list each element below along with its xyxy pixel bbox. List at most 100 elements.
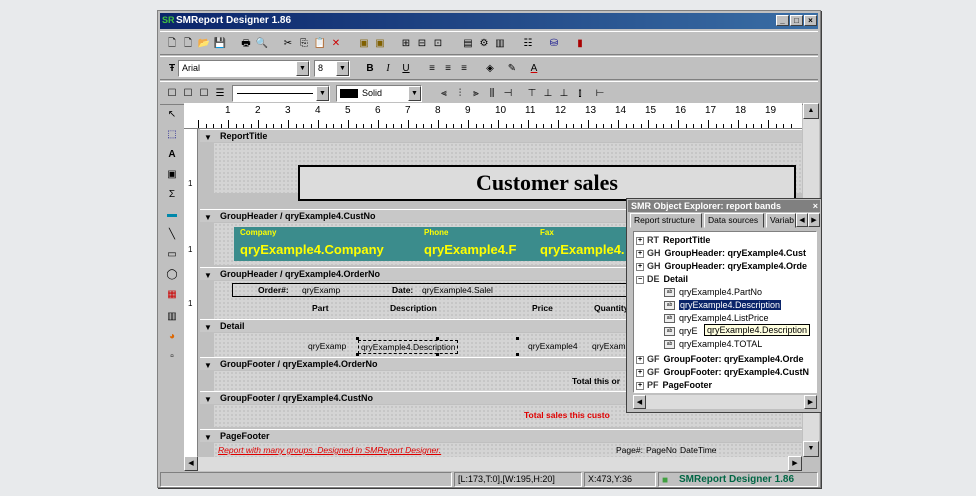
frame-all-icon[interactable]: ☐ <box>164 86 180 102</box>
fax-label[interactable]: Fax <box>540 228 554 237</box>
date-label[interactable]: Date: <box>392 285 413 295</box>
tab-data-sources[interactable]: Data sources <box>704 213 764 228</box>
align-grid-icon[interactable]: ⊞ <box>398 36 414 52</box>
tab-report-structure[interactable]: Report structure <box>630 213 702 228</box>
align-right-edges-icon[interactable]: ⫸ <box>468 86 484 102</box>
collapse-icon[interactable]: − <box>636 275 644 284</box>
bring-front-icon[interactable]: ▣ <box>356 36 372 52</box>
tree-leaf[interactable]: ab qryE <box>664 325 698 337</box>
options-icon[interactable]: ⚙ <box>476 36 492 52</box>
band-report-title[interactable]: ▼ ReportTitle <box>200 129 802 142</box>
variables-icon[interactable]: ▥ <box>492 36 508 52</box>
company-label[interactable]: Company <box>240 228 276 237</box>
tree-node[interactable]: + RT ReportTitle <box>636 234 710 246</box>
order-field[interactable]: qryExamp <box>302 285 340 295</box>
page-field[interactable]: PageNo <box>646 445 677 455</box>
date-field[interactable]: qryExample4.Salel <box>422 285 493 295</box>
band-page-footer[interactable]: ▼ PageFooter <box>200 429 802 442</box>
selection-handle[interactable] <box>436 353 439 356</box>
space-horz-icon[interactable]: ⫼ <box>484 86 500 102</box>
title-bar[interactable]: SR SMReport Designer 1.86 _ □ × <box>160 13 818 29</box>
column-price[interactable]: Price <box>532 303 553 313</box>
detail-description-field[interactable]: qryExample4.Description <box>358 340 459 354</box>
expand-icon[interactable]: + <box>636 236 644 245</box>
tree-node[interactable]: + PF PageFooter <box>636 379 712 391</box>
column-quantity[interactable]: Quantity <box>594 303 628 313</box>
ellipse-tool-icon[interactable]: ◯ <box>164 267 180 283</box>
sum-tool-icon[interactable]: Σ <box>164 187 180 203</box>
print-icon[interactable]: 🖶 <box>238 36 254 52</box>
align-middles-icon[interactable]: ⊥ <box>540 86 556 102</box>
font-name-select[interactable]: Arial ▼ <box>178 60 310 77</box>
scroll-right-icon[interactable]: ▶ <box>788 456 802 471</box>
minimize-button[interactable]: _ <box>776 15 789 26</box>
line-width-select[interactable]: ▼ <box>232 85 330 102</box>
cut-icon[interactable]: ✂ <box>280 36 296 52</box>
tree-leaf[interactable]: ab qryExample4.ListPrice <box>664 312 769 324</box>
report-title-text[interactable]: Customer sales <box>298 165 796 201</box>
collapse-icon[interactable]: ▼ <box>204 211 212 224</box>
tree-leaf[interactable]: ab qryExample4.PartNo <box>664 286 762 298</box>
delete-icon[interactable]: ✕ <box>328 36 344 52</box>
page-label[interactable]: Page#: <box>616 445 643 455</box>
picture-tool-icon[interactable]: ▦ <box>164 287 180 303</box>
tab-left-icon[interactable]: ◀ <box>796 213 808 227</box>
tree-node[interactable]: − DE Detail <box>636 273 688 285</box>
collapse-icon[interactable]: ▼ <box>204 321 212 334</box>
close-button[interactable]: × <box>804 15 817 26</box>
collapse-icon[interactable]: ▼ <box>204 359 212 372</box>
line-tool-icon[interactable]: ╲ <box>164 227 180 243</box>
collapse-icon[interactable]: ▼ <box>204 393 212 406</box>
align-left-icon[interactable]: ≡ <box>424 61 440 77</box>
footer-note-field[interactable]: Report with many groups. Designed in SMR… <box>218 445 441 455</box>
chevron-down-icon[interactable]: ▼ <box>296 61 309 76</box>
text-tool-icon[interactable]: A <box>164 147 180 163</box>
detail-part-field[interactable]: qryExamp <box>308 341 346 351</box>
barcode-tool-icon[interactable]: ▥ <box>164 309 180 325</box>
tree-node[interactable]: + GF GroupFooter: qryExample4.Orde <box>636 353 804 365</box>
align-tops-icon[interactable]: ⊤ <box>524 86 540 102</box>
chevron-down-icon[interactable]: ▼ <box>408 86 421 101</box>
phone-field[interactable]: qryExample4.F <box>424 242 517 257</box>
selection-handle[interactable] <box>436 337 439 340</box>
order-label[interactable]: Order#: <box>258 285 289 295</box>
data-sources-icon[interactable]: ⛁ <box>546 36 562 52</box>
chart-tool-icon[interactable]: ◕ <box>164 329 180 345</box>
datetime-field[interactable]: DateTime <box>680 445 717 455</box>
selection-handle[interactable] <box>356 337 359 340</box>
align-centers-icon[interactable]: ⫶ <box>452 86 468 102</box>
tree-leaf[interactable]: ab qryExample4.TOTAL <box>664 338 762 350</box>
expand-icon[interactable]: + <box>636 262 644 271</box>
fill-color-icon[interactable]: ◈ <box>482 61 498 77</box>
new-template-icon[interactable]: 🗋 <box>180 36 196 52</box>
preview-icon[interactable]: 🔍 <box>254 36 270 52</box>
selection-handle[interactable] <box>516 337 519 340</box>
scroll-down-icon[interactable]: ▼ <box>803 441 819 457</box>
total-cust-field[interactable]: Total sales this custo <box>524 410 610 420</box>
collapse-icon[interactable]: ▼ <box>204 131 212 144</box>
scroll-right-icon[interactable]: ▶ <box>804 395 817 409</box>
structure-tree[interactable]: + RT ReportTitle + GH GroupHeader: qryExampl… <box>633 231 817 393</box>
tab-variables[interactable]: Variab <box>766 213 796 228</box>
frame-left-icon[interactable]: ☐ <box>180 86 196 102</box>
new-icon[interactable]: 🗋 <box>164 36 180 52</box>
explorer-title[interactable]: SMR Object Explorer: report bands × <box>628 200 820 212</box>
rectangle-tool-icon[interactable]: ▭ <box>164 247 180 263</box>
expand-icon[interactable]: + <box>636 368 644 377</box>
chevron-down-icon[interactable]: ▼ <box>336 61 349 76</box>
center-window-icon[interactable]: ⊣ <box>500 86 516 102</box>
collapse-icon[interactable]: ▼ <box>204 431 212 444</box>
scroll-left-icon[interactable]: ◀ <box>633 395 646 409</box>
detail-quantity-field[interactable]: qryExam <box>592 341 626 351</box>
detail-price-field[interactable]: qryExample4 <box>528 341 578 351</box>
copy-icon[interactable]: ⎘ <box>296 36 312 52</box>
object-tree-icon[interactable]: ☷ <box>520 36 536 52</box>
field-tool-icon[interactable]: ▣ <box>164 167 180 183</box>
fit-grid-icon[interactable]: ⊟ <box>414 36 430 52</box>
tab-right-icon[interactable]: ▶ <box>808 213 820 227</box>
tree-node[interactable]: + GH GroupHeader: qryExample4.Cust <box>636 247 806 259</box>
expand-icon[interactable]: + <box>636 381 644 390</box>
column-part[interactable]: Part <box>312 303 329 313</box>
open-icon[interactable]: 📂 <box>196 36 212 52</box>
scroll-up-icon[interactable]: ▲ <box>803 103 819 119</box>
